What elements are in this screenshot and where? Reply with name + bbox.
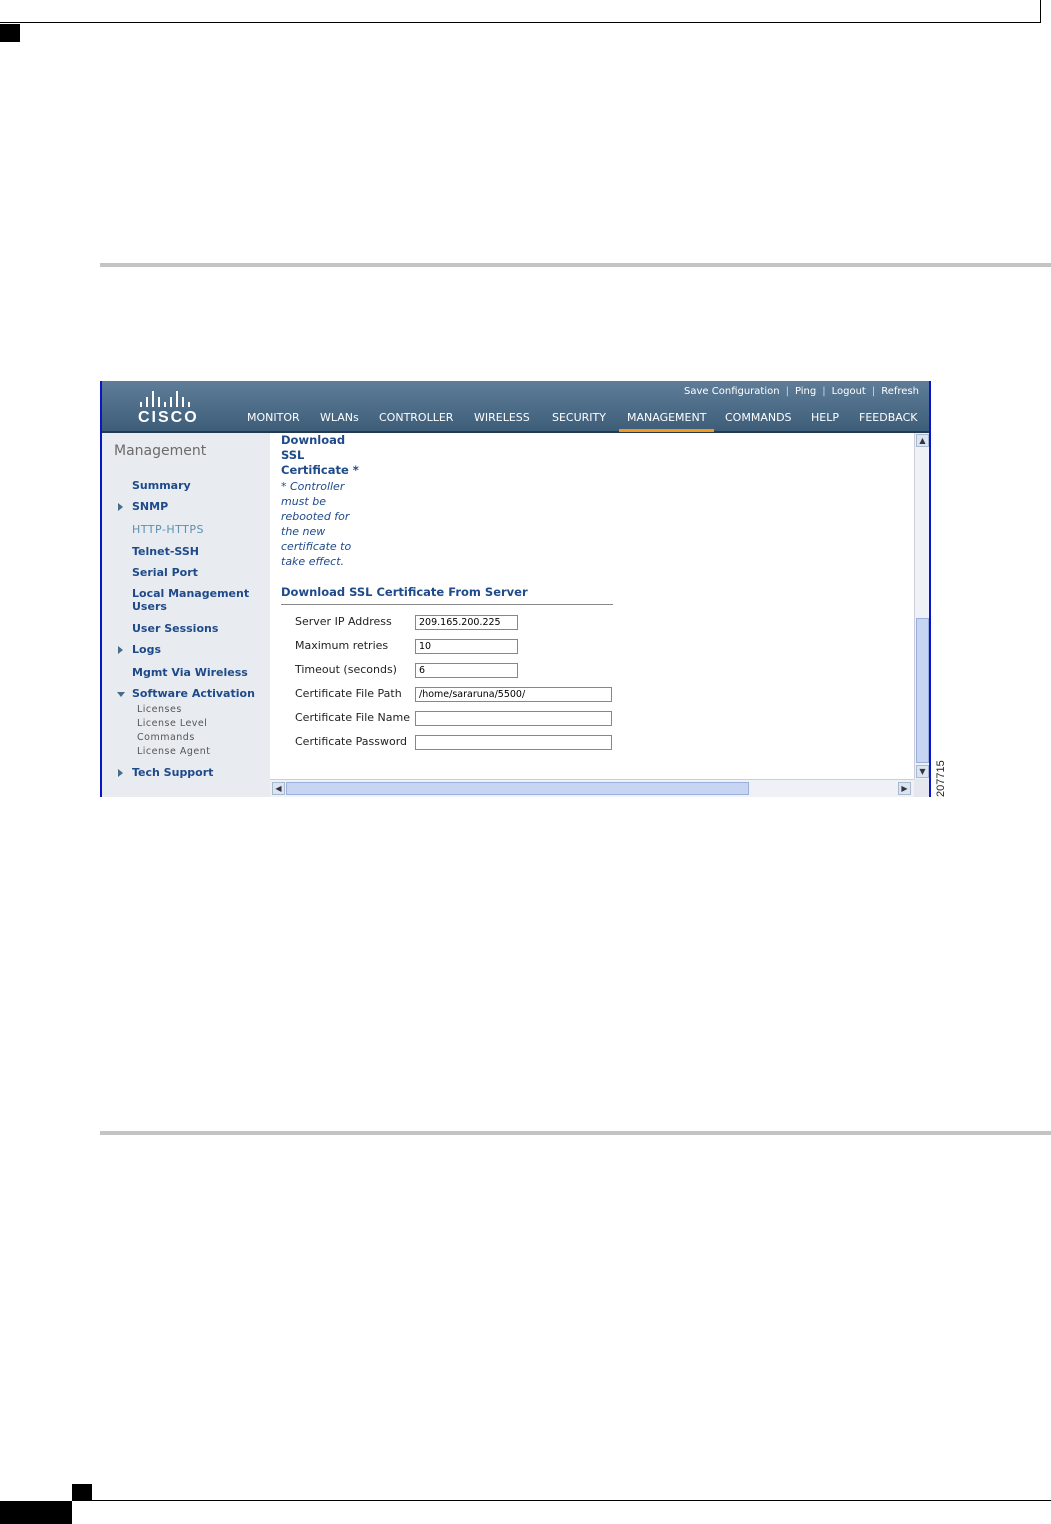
scroll-right-icon[interactable]: ▶: [898, 782, 911, 795]
nav-help[interactable]: HELP: [811, 411, 839, 429]
sidebar-item-snmp[interactable]: SNMP: [132, 500, 168, 513]
sidebar-subitem-licenses[interactable]: Licenses: [137, 704, 182, 715]
refresh-link[interactable]: Refresh: [881, 386, 919, 397]
nav-monitor[interactable]: MONITOR: [247, 411, 300, 429]
page-corner-mark-bottom: [72, 1484, 92, 1501]
scroll-up-icon[interactable]: ▲: [916, 434, 929, 447]
nav-wireless[interactable]: WIRELESS: [474, 411, 530, 429]
maximum-retries-label: Maximum retries: [295, 639, 389, 652]
page-corner-mark: [0, 24, 20, 42]
controller-gui-screenshot: CISCO Save Configuration | Ping | Logout…: [100, 381, 931, 797]
sidebar-subitem-license-level[interactable]: License Level: [137, 718, 207, 729]
sidebar-item-http-https[interactable]: HTTP-HTTPS: [132, 523, 204, 536]
section-divider-bottom: [100, 1131, 1051, 1135]
page-top-rule: [0, 22, 1040, 23]
section-divider-top: [100, 263, 1051, 267]
sidebar-item-user-sessions[interactable]: User Sessions: [132, 622, 218, 635]
horizontal-scroll-thumb[interactable]: [286, 782, 749, 795]
certificate-file-path-input[interactable]: [415, 687, 612, 702]
cisco-logo-bars-icon: [140, 389, 208, 407]
sidebar-item-serial-port[interactable]: Serial Port: [132, 566, 198, 579]
timeout-label: Timeout (seconds): [295, 663, 397, 676]
separator: |: [785, 386, 789, 397]
nav-feedback[interactable]: FEEDBACK: [859, 411, 917, 429]
vertical-scrollbar[interactable]: ▲ ▼: [914, 433, 929, 779]
expand-arrow-icon[interactable]: [118, 503, 123, 511]
ping-link[interactable]: Ping: [795, 386, 816, 397]
sidebar-item-summary[interactable]: Summary: [132, 479, 191, 492]
save-configuration-link[interactable]: Save Configuration: [684, 386, 780, 397]
page-title: Download SSL Certificate *: [281, 433, 359, 477]
nav-controller[interactable]: CONTROLLER: [379, 411, 453, 429]
vertical-scroll-thumb[interactable]: [916, 618, 929, 763]
logout-link[interactable]: Logout: [832, 386, 866, 397]
scroll-left-icon[interactable]: ◀: [272, 782, 285, 795]
section-title: Download SSL Certificate From Server: [281, 585, 528, 599]
figure-number: 207715: [935, 760, 947, 797]
expand-arrow-icon[interactable]: [118, 769, 123, 777]
sidebar-title: Management: [114, 443, 207, 459]
certificate-file-path-label: Certificate File Path: [295, 687, 402, 700]
certificate-password-input[interactable]: [415, 735, 612, 750]
sidebar-item-software-activation[interactable]: Software Activation: [132, 687, 255, 700]
page-bottom-rule: [72, 1500, 1051, 1501]
nav-management[interactable]: MANAGEMENT: [619, 411, 715, 432]
page-footer-bar: [0, 1501, 72, 1524]
sidebar-item-tech-support[interactable]: Tech Support: [132, 766, 213, 779]
reboot-note: * Controller must be rebooted for the ne…: [281, 480, 352, 568]
separator: |: [871, 386, 876, 397]
separator: |: [822, 386, 826, 397]
maximum-retries-input[interactable]: [415, 639, 518, 654]
utility-links: Save Configuration | Ping | Logout | Ref…: [684, 386, 919, 397]
sidebar-subitem-license-agent[interactable]: License Agent: [137, 746, 210, 757]
certificate-password-label: Certificate Password: [295, 735, 408, 748]
page-top-rule-end: [1040, 0, 1041, 23]
nav-security[interactable]: SECURITY: [552, 411, 606, 429]
main-nav: MONITOR WLANs CONTROLLER WIRELESS SECURI…: [102, 411, 929, 432]
sidebar: Management Summary SNMP HTTP-HTTPS Telne…: [102, 433, 270, 797]
sidebar-item-telnet-ssh[interactable]: Telnet-SSH: [132, 545, 199, 558]
certificate-file-name-label: Certificate File Name: [295, 711, 410, 724]
certificate-file-name-input[interactable]: [415, 711, 612, 726]
sidebar-item-mgmt-via-wireless[interactable]: Mgmt Via Wireless: [132, 666, 248, 679]
sidebar-item-logs[interactable]: Logs: [132, 643, 161, 656]
sidebar-item-local-management-users[interactable]: Local Management Users: [132, 587, 257, 613]
server-ip-input[interactable]: [415, 615, 518, 630]
expand-arrow-icon[interactable]: [118, 646, 123, 654]
server-ip-label: Server IP Address: [295, 615, 392, 628]
sidebar-subitem-commands[interactable]: Commands: [137, 732, 195, 743]
scrollbar-corner: [914, 779, 929, 797]
nav-wlans[interactable]: WLANs: [320, 411, 359, 429]
timeout-input[interactable]: [415, 663, 518, 678]
scroll-down-icon[interactable]: ▼: [916, 765, 929, 778]
section-divider: [281, 604, 613, 605]
collapse-arrow-icon[interactable]: [117, 692, 125, 697]
content-pane: Download SSL Certificate * * Controller …: [270, 433, 914, 779]
horizontal-scrollbar[interactable]: ◀ ▶: [270, 779, 914, 797]
nav-commands[interactable]: COMMANDS: [725, 411, 792, 429]
